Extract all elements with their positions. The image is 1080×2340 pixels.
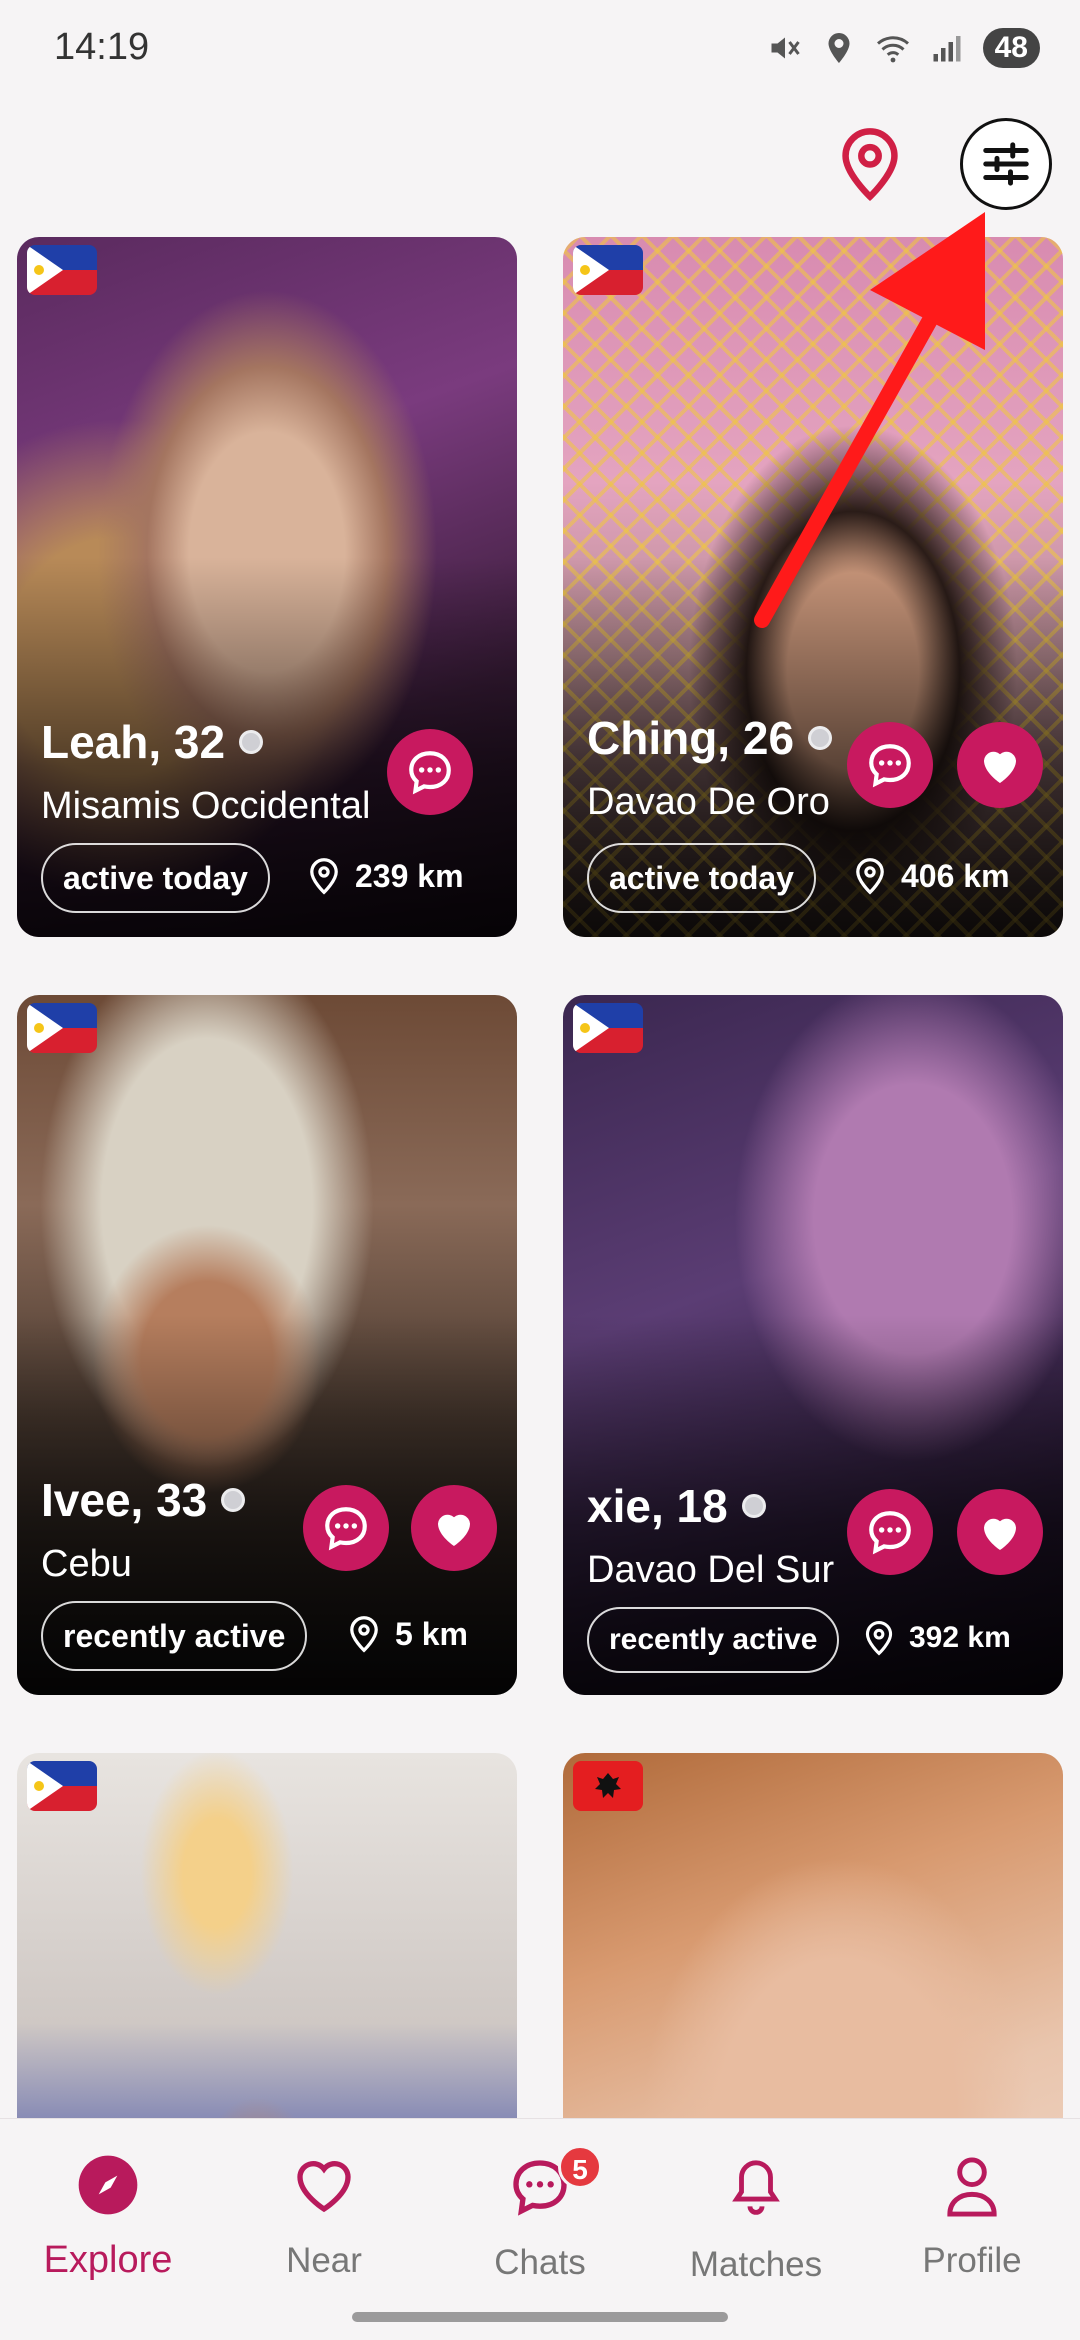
heart-icon <box>984 1518 1016 1550</box>
philippines-flag-icon <box>27 245 97 295</box>
chat-bubble-icon <box>325 1507 367 1551</box>
philippines-flag-icon <box>27 1761 97 1811</box>
bell-icon <box>732 2160 780 2215</box>
card4-overlay: xie, 18 Davao Del Sur recently active 39… <box>563 995 1063 1695</box>
nav-label: Explore <box>43 2239 173 2281</box>
location-pin-icon <box>350 1616 378 1653</box>
battery-indicator: 48 <box>982 28 1040 68</box>
location-status-icon <box>828 33 850 63</box>
nav-chats[interactable]: 5 Chats <box>440 2119 640 2319</box>
signal-icon <box>933 36 961 62</box>
location-pin-icon <box>856 858 884 895</box>
activity-pill: recently active <box>587 1607 840 1673</box>
online-status-dot <box>808 726 833 750</box>
profile-region: Cebu <box>41 1543 132 1585</box>
distance-value: 239 km <box>355 857 464 894</box>
profile-name: xie, 18 <box>587 1480 728 1532</box>
status-bar: 14:19 48 <box>0 0 1080 100</box>
chat-bubble-icon <box>869 744 911 788</box>
profile-region: Davao Del Sur <box>587 1549 835 1591</box>
distance-value: 406 km <box>901 857 1010 894</box>
nav-label: Near <box>286 2241 362 2280</box>
profile-name: Ching, 26 <box>587 712 795 764</box>
distance-value: 5 km <box>395 1615 468 1652</box>
compass-icon <box>78 2155 138 2215</box>
nav-label: Chats <box>494 2243 586 2282</box>
distance-info: 406 km <box>853 857 1010 895</box>
profile-name-row: Leah, 32 <box>41 715 264 769</box>
distance-info: 5 km <box>347 1615 468 1653</box>
mute-icon <box>771 37 800 59</box>
top-actions <box>830 118 1052 210</box>
profile-name-row: Ivee, 33 <box>41 1473 246 1527</box>
nav-explore[interactable]: Explore <box>8 2119 208 2319</box>
activity-pill: active today <box>587 843 816 913</box>
albania-flag-icon <box>573 1761 643 1811</box>
profile-card[interactable]: Ching, 26 Davao De Oro active today 406 … <box>563 237 1063 937</box>
distance-info: 392 km <box>863 1620 1011 1656</box>
sliders-icon <box>983 142 1029 186</box>
home-indicator[interactable] <box>352 2312 728 2322</box>
person-icon <box>947 2157 997 2217</box>
chat-bubble-icon <box>409 751 451 795</box>
chat-button[interactable] <box>303 1485 389 1571</box>
nav-matches[interactable]: Matches <box>656 2119 856 2319</box>
distance-value: 392 km <box>909 1621 1011 1654</box>
location-pin-icon <box>842 128 898 202</box>
philippines-flag-icon <box>573 245 643 295</box>
location-pin-icon <box>865 1621 893 1656</box>
profile-region: Misamis Occidental <box>41 785 371 827</box>
distance-info: 239 km <box>307 857 464 895</box>
status-icons: 48 <box>767 28 1040 68</box>
chat-bubble-icon <box>869 1511 911 1555</box>
bottom-navigation: Explore Near 5 Chats Matches Profile <box>0 2118 1080 2340</box>
chat-button[interactable] <box>847 722 933 808</box>
chats-unread-badge: 5 <box>558 2145 602 2189</box>
location-button[interactable] <box>830 119 910 209</box>
online-status-dot <box>741 1494 766 1518</box>
nav-profile[interactable]: Profile <box>872 2119 1072 2319</box>
like-button[interactable] <box>957 722 1043 808</box>
profile-card[interactable]: Leah, 32 Misamis Occidental active today… <box>17 237 517 937</box>
profile-name: Ivee, 33 <box>41 1474 208 1526</box>
activity-pill: active today <box>41 843 270 913</box>
location-pin-icon <box>310 858 338 895</box>
profile-name: Leah, 32 <box>41 716 226 768</box>
chat-button[interactable] <box>387 729 473 815</box>
nav-near[interactable]: Near <box>224 2119 424 2319</box>
heart-icon <box>984 751 1016 783</box>
online-status-dot <box>239 730 264 754</box>
activity-pill: recently active <box>41 1601 308 1671</box>
card3-overlay: Ivee, 33 Cebu recently active 5 km <box>17 995 517 1695</box>
nav-label: Profile <box>922 2241 1022 2280</box>
online-status-dot <box>221 1488 246 1512</box>
like-button[interactable] <box>411 1485 497 1571</box>
heart-icon <box>438 1514 470 1546</box>
status-time: 14:19 <box>54 26 150 68</box>
nav-label: Matches <box>689 2245 823 2284</box>
like-button[interactable] <box>957 1489 1043 1575</box>
filter-button[interactable] <box>960 118 1052 210</box>
profile-name-row: xie, 18 <box>587 1479 766 1533</box>
profile-region: Davao De Oro <box>587 781 830 823</box>
profile-name-row: Ching, 26 <box>587 711 833 765</box>
chat-button[interactable] <box>847 1489 933 1575</box>
wifi-icon <box>876 36 909 63</box>
heart-icon <box>297 2161 351 2213</box>
